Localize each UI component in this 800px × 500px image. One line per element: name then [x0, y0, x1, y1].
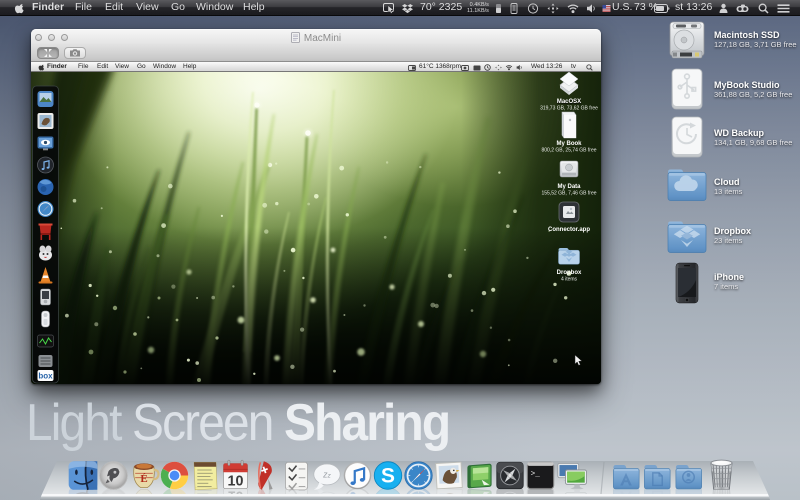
svg-text:319,73 GB, 73,62 GB free: 319,73 GB, 73,62 GB free: [540, 106, 598, 112]
svg-text:box: box: [38, 372, 53, 381]
svg-text:My Book: My Book: [556, 141, 582, 147]
svg-text:800,2 GB, 25,74 GB free: 800,2 GB, 25,74 GB free: [541, 148, 596, 154]
svg-text:É: É: [140, 473, 147, 485]
svg-text:S: S: [381, 465, 395, 488]
svg-text:Dropbox: Dropbox: [557, 270, 582, 276]
svg-text:>_: >_: [531, 471, 541, 479]
svg-text:My Data: My Data: [557, 184, 581, 190]
svg-text:Connector.app: Connector.app: [548, 227, 590, 233]
svg-text:10: 10: [228, 473, 244, 489]
svg-text:MacOSX: MacOSX: [557, 99, 581, 105]
svg-text:4 items: 4 items: [561, 277, 578, 283]
svg-text:155,52 GB, 7,46 GB free: 155,52 GB, 7,46 GB free: [541, 191, 596, 197]
